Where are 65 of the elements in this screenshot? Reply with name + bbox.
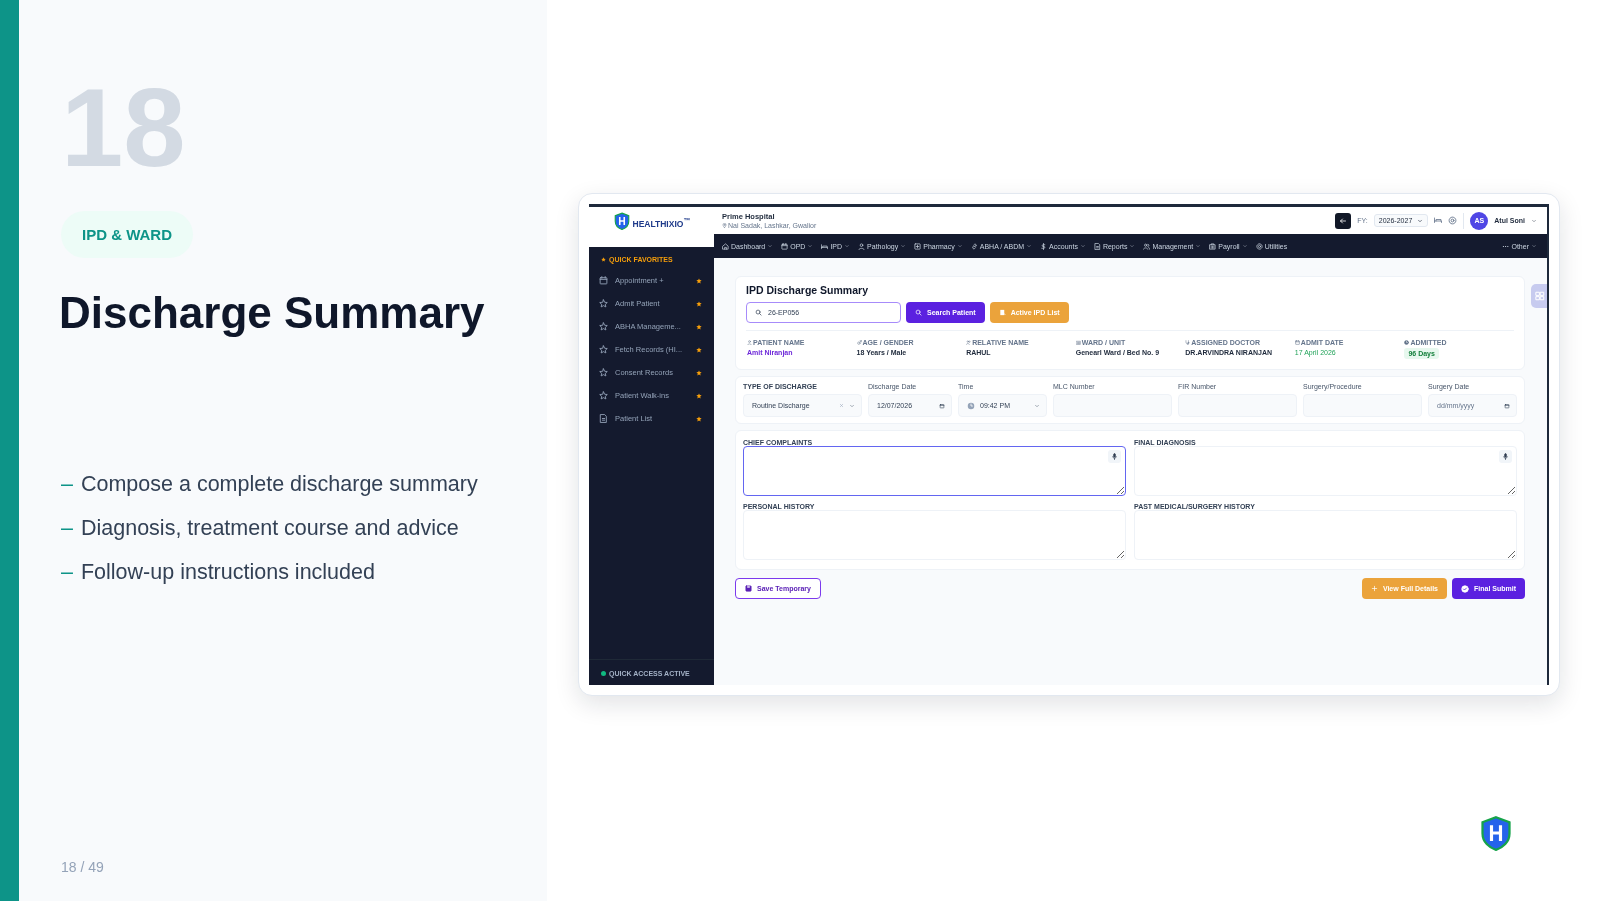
bullet-dash: – (61, 472, 73, 497)
grid-button[interactable] (1531, 284, 1547, 308)
status-dot (601, 671, 606, 676)
bullet-dash: – (61, 516, 73, 541)
back-button[interactable] (1335, 212, 1352, 229)
clock-icon (1404, 340, 1410, 345)
document-icon (599, 414, 608, 423)
plus-square-icon (914, 242, 922, 250)
settings-icon (1448, 215, 1458, 225)
people-icon (1143, 242, 1151, 250)
slide-title: Discharge Summary (59, 288, 485, 338)
save-icon (745, 585, 752, 592)
star-icon (599, 391, 608, 400)
building-icon (1075, 340, 1081, 345)
category-tag: IPD & WARD (61, 211, 193, 258)
shield-logo-icon (1478, 815, 1514, 851)
bullet-text: Follow-up instructions included (80, 560, 375, 585)
star-icon (599, 368, 608, 377)
gender-icon (856, 340, 862, 345)
stethoscope-icon (1185, 340, 1191, 345)
bullet-dash: – (61, 560, 73, 585)
form-title: IPD Discharge Summary (746, 284, 869, 296)
brand-name: HEALTHIXIO$^{™}$ (632, 217, 691, 229)
microphone-button[interactable] (1108, 450, 1121, 463)
star-icon (601, 257, 606, 262)
location-pin-icon (722, 223, 727, 228)
star-icon (599, 345, 608, 354)
caret-icon (1417, 217, 1424, 224)
bullet-text: Compose a complete discharge summary (80, 472, 478, 497)
calendar-icon (1504, 402, 1510, 409)
clock-icon (967, 401, 975, 410)
calendar-icon (939, 402, 945, 409)
microphone-icon (1502, 453, 1509, 460)
link-icon (970, 242, 978, 250)
people-icon (966, 340, 972, 345)
calendar-icon (1294, 340, 1300, 345)
caret-icon (849, 402, 855, 409)
bed-icon (821, 242, 829, 250)
bed-icon (1434, 216, 1443, 224)
person-icon (858, 242, 866, 250)
shield-logo-icon (612, 212, 631, 230)
plus-icon (1370, 585, 1378, 592)
caret-icon (1034, 402, 1040, 409)
microphone-icon (1111, 453, 1118, 460)
check-circle-icon (1461, 584, 1469, 593)
close-icon (839, 403, 844, 408)
calendar-icon (599, 276, 608, 285)
page-counter: 18 / 49 (61, 859, 104, 875)
person-icon (747, 340, 752, 345)
search-icon (755, 309, 762, 316)
dollar-icon (1040, 242, 1048, 250)
document-icon (1093, 242, 1101, 250)
search-icon (915, 309, 922, 316)
building-icon (1209, 242, 1217, 250)
gear-icon (1255, 242, 1263, 250)
star-icon (599, 299, 608, 308)
star-icon (599, 322, 608, 331)
grid-icon (1535, 291, 1545, 301)
microphone-button[interactable] (1499, 450, 1512, 463)
house-icon (722, 242, 729, 250)
caret-icon (1531, 217, 1537, 224)
text-area[interactable] (743, 446, 1126, 496)
arrow-left-icon (1339, 216, 1348, 225)
calendar-icon (781, 242, 789, 250)
bullet-text: Diagnosis, treatment course and advice (80, 516, 459, 541)
